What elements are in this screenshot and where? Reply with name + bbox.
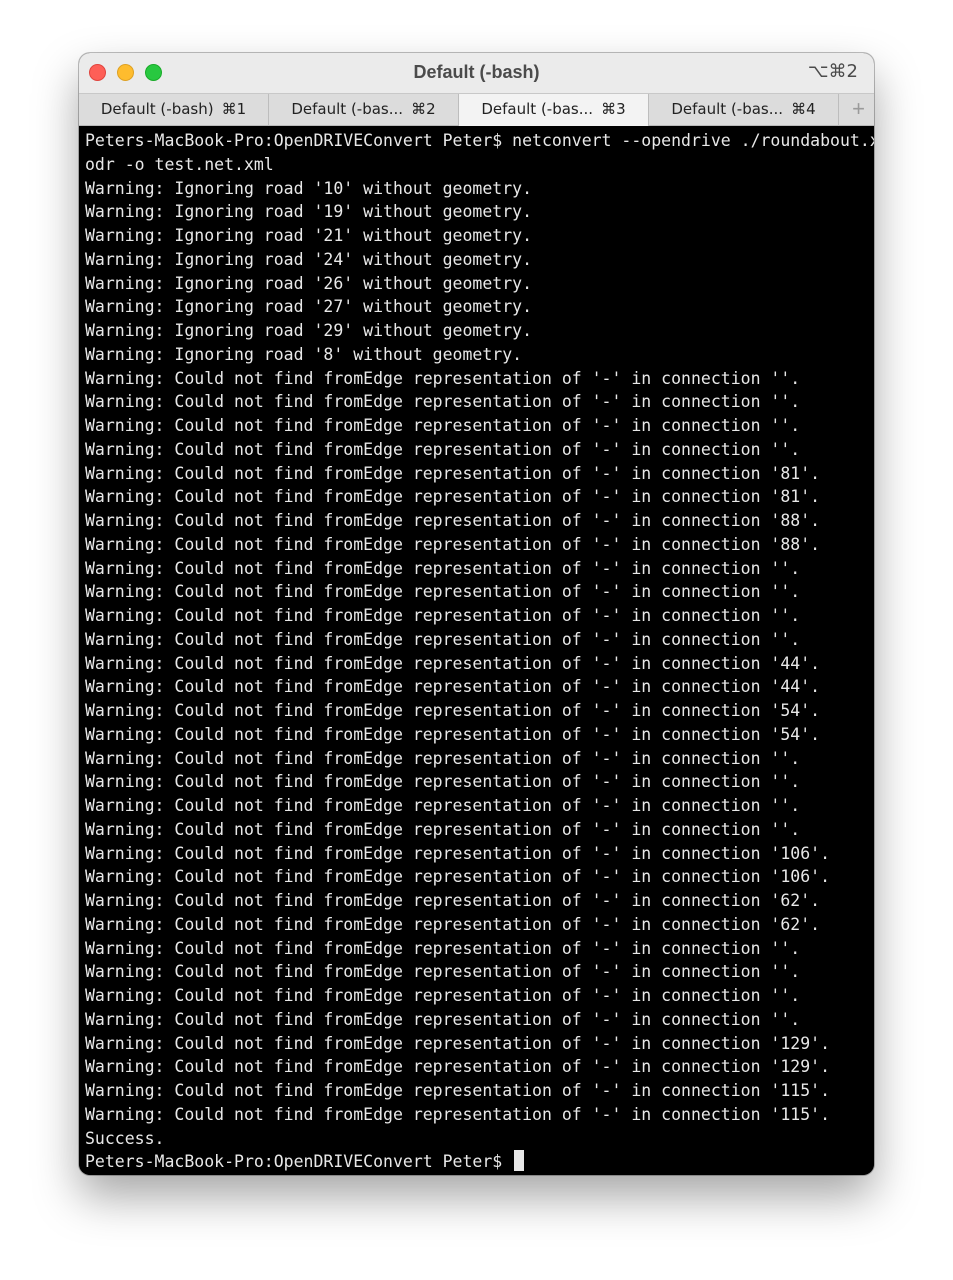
terminal-line: Warning: Could not find fromEdge represe…: [85, 1057, 831, 1077]
tab-shortcut: ⌘2: [411, 100, 436, 118]
terminal-line: Warning: Could not find fromEdge represe…: [85, 653, 821, 673]
terminal-line: Warning: Could not find fromEdge represe…: [85, 796, 801, 815]
terminal-line: Warning: Could not find fromEdge represe…: [85, 629, 801, 649]
terminal-line: Warning: Could not find fromEdge represe…: [85, 463, 821, 483]
terminal-line: Warning: Could not find fromEdge represe…: [85, 582, 801, 602]
tab-shortcut: ⌘4: [791, 100, 816, 118]
terminal-line: Warning: Could not find fromEdge represe…: [85, 439, 801, 459]
terminal-line: Warning: Could not find fromEdge represe…: [85, 534, 821, 554]
terminal-line: Warning: Could not find fromEdge represe…: [85, 986, 801, 1005]
terminal-line: Warning: Could not find fromEdge represe…: [85, 701, 821, 720]
tab-label: Default (-bas...: [481, 100, 594, 118]
terminal-window: Default (-bash) ⌥⌘2 Default (-bash) ⌘1 De…: [79, 53, 874, 1175]
terminal-lines: Peters-MacBook-Pro:OpenDRIVEConvert Pete…: [85, 129, 874, 1174]
terminal-line: Warning: Could not find fromEdge represe…: [85, 1033, 831, 1053]
tab-3[interactable]: Default (-bas... ⌘3: [459, 94, 649, 126]
tab-1[interactable]: Default (-bash) ⌘1: [79, 94, 269, 126]
terminal-output[interactable]: Peters-MacBook-Pro:OpenDRIVEConvert Pete…: [79, 126, 874, 1175]
terminal-line: Warning: Could not find fromEdge represe…: [85, 1009, 801, 1029]
terminal-line: Peters-MacBook-Pro:OpenDRIVEConvert Pete…: [85, 131, 874, 150]
terminal-line: Warning: Could not find fromEdge represe…: [85, 748, 801, 768]
terminal-line: Warning: Could not find fromEdge represe…: [85, 962, 801, 982]
tab-label: Default (-bas...: [671, 100, 784, 118]
prompt-line[interactable]: Peters-MacBook-Pro:OpenDRIVEConvert Pete…: [85, 1150, 874, 1174]
terminal-line: Warning: Ignoring road '21' without geom…: [85, 226, 533, 245]
terminal-line: Warning: Could not find fromEdge represe…: [85, 724, 821, 744]
window-shortcut: ⌥⌘2: [807, 61, 858, 82]
text-cursor: [514, 1150, 525, 1172]
tab-shortcut: ⌘3: [601, 100, 626, 118]
window-title: Default (-bash): [413, 62, 540, 82]
terminal-line: Warning: Could not find fromEdge represe…: [85, 416, 801, 435]
terminal-line: Warning: Could not find fromEdge represe…: [85, 914, 821, 934]
terminal-line: Warning: Could not find fromEdge represe…: [85, 368, 801, 388]
terminal-line: Warning: Could not find fromEdge represe…: [85, 843, 831, 863]
terminal-line: Warning: Ignoring road '8' without geome…: [85, 344, 523, 364]
terminal-line: Success.: [85, 1128, 165, 1148]
tab-2[interactable]: Default (-bas... ⌘2: [269, 94, 459, 126]
terminal-line: Warning: Could not find fromEdge represe…: [85, 487, 821, 507]
terminal-line: Warning: Ignoring road '24' without geom…: [85, 249, 533, 269]
terminal-line: Warning: Ignoring road '10' without geom…: [85, 178, 533, 198]
tab-label: Default (-bash): [100, 100, 214, 118]
terminal-line: Warning: Could not find fromEdge represe…: [85, 938, 801, 958]
terminal-line: Warning: Could not find fromEdge represe…: [85, 511, 821, 530]
terminal-line: Warning: Could not find fromEdge represe…: [85, 891, 821, 910]
tab-shortcut: ⌘1: [221, 100, 247, 118]
terminal-line: Warning: Ignoring road '29' without geom…: [85, 321, 533, 340]
tab-4[interactable]: Default (-bas... ⌘4: [649, 94, 839, 126]
terminal-line: Warning: Ignoring road '19' without geom…: [85, 202, 533, 222]
terminal-line: Warning: Could not find fromEdge represe…: [85, 867, 831, 887]
terminal-line: Warning: Ignoring road '27' without geom…: [85, 297, 533, 317]
terminal-line: Warning: Could not find fromEdge represe…: [85, 1104, 831, 1124]
terminal-line: Warning: Could not find fromEdge represe…: [85, 1081, 831, 1100]
terminal-line: Warning: Could not find fromEdge represe…: [85, 819, 801, 839]
tab-bar: Default (-bash) ⌘1 Default (-bas... ⌘2 Def…: [79, 93, 874, 126]
terminal-line: Warning: Could not find fromEdge represe…: [85, 392, 801, 412]
terminal-line: odr -o test.net.xml: [85, 154, 274, 174]
new-tab-button[interactable]: +: [843, 94, 874, 126]
prompt-text: Peters-MacBook-Pro:OpenDRIVEConvert Pete…: [85, 1152, 513, 1172]
tab-label: Default (-bas...: [291, 100, 404, 118]
title-bar[interactable]: Default (-bash) ⌥⌘2: [79, 53, 874, 93]
terminal-line: Warning: Ignoring road '26' without geom…: [85, 273, 533, 293]
terminal-line: Warning: Could not find fromEdge represe…: [85, 606, 801, 625]
terminal-line: Warning: Could not find fromEdge represe…: [85, 558, 801, 578]
terminal-line: Warning: Could not find fromEdge represe…: [85, 772, 801, 792]
terminal-line: Warning: Could not find fromEdge represe…: [85, 677, 821, 697]
